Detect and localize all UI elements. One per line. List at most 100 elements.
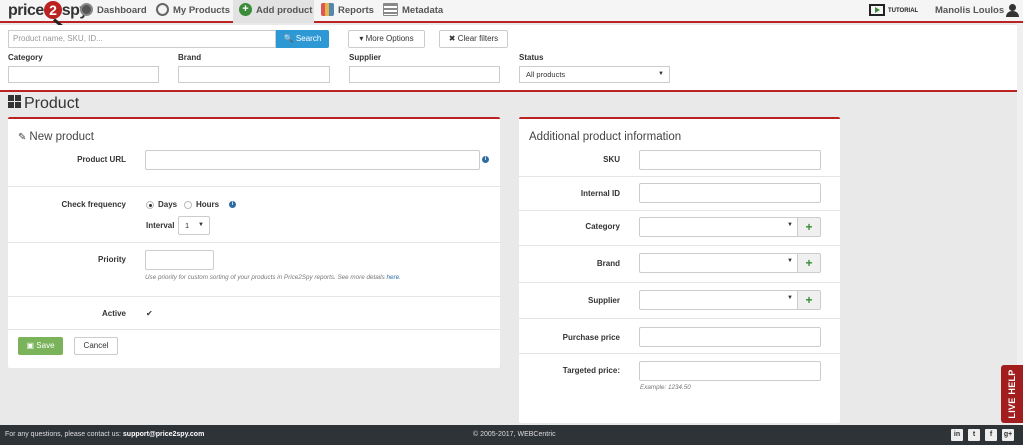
search-button[interactable]: 🔍 Search xyxy=(276,30,329,48)
tutorial-label: TUTORIAL xyxy=(888,8,919,14)
reports-icon xyxy=(321,2,334,16)
filter-bar: Product name, SKU, ID... 🔍 Search ▾ More… xyxy=(0,25,1023,92)
nav-dashboard-label: Dashboard xyxy=(97,5,147,16)
info-icon[interactable]: i xyxy=(482,156,489,163)
dashboard-icon xyxy=(80,2,93,16)
hours-label: Hours xyxy=(196,200,220,209)
priority-help-text: Use priority for custom sorting of your … xyxy=(145,274,401,281)
status-filter-value: All products xyxy=(526,70,566,79)
priority-input[interactable] xyxy=(145,250,214,270)
divider xyxy=(8,329,500,330)
divider xyxy=(8,296,500,297)
logo-text-mid: 2 xyxy=(43,1,62,19)
video-icon xyxy=(869,4,885,17)
divider xyxy=(519,245,840,246)
tutorial-button[interactable]: TUTORIAL xyxy=(869,4,918,18)
priority-help-link[interactable]: here xyxy=(386,274,399,281)
purchase-price-label: Purchase price xyxy=(562,333,620,342)
add-icon: + xyxy=(239,2,252,16)
linkedin-icon[interactable]: in xyxy=(951,429,963,441)
nav-add-product[interactable]: + Add product xyxy=(233,0,314,23)
divider xyxy=(519,282,840,283)
days-label: Days xyxy=(158,200,178,209)
active-checkbox[interactable]: ✔ xyxy=(146,309,153,318)
save-button[interactable]: ▣ Save xyxy=(18,337,63,355)
sku-input[interactable] xyxy=(639,150,821,170)
brand-filter-input[interactable] xyxy=(178,66,330,83)
days-radio[interactable] xyxy=(146,201,154,209)
facebook-icon[interactable]: f xyxy=(985,429,997,441)
supplier-label: Supplier xyxy=(587,296,620,305)
nav-metadata[interactable]: Metadata xyxy=(383,0,443,23)
divider xyxy=(519,318,840,319)
status-filter-select[interactable]: All products ▼ xyxy=(519,66,670,83)
metadata-icon xyxy=(383,2,398,16)
chevron-down-icon: ▼ xyxy=(198,222,204,228)
new-product-heading-text: New product xyxy=(29,131,94,143)
chevron-down-icon: ▼ xyxy=(787,258,793,264)
category-select[interactable]: ▼ xyxy=(639,217,798,237)
add-supplier-button[interactable]: + xyxy=(798,290,821,310)
divider xyxy=(8,242,500,243)
twitter-icon[interactable]: t xyxy=(968,429,980,441)
internal-id-input[interactable] xyxy=(639,183,821,203)
google-plus-icon[interactable]: g+ xyxy=(1002,429,1014,441)
active-label: Active xyxy=(101,309,126,318)
purchase-price-input[interactable] xyxy=(639,327,821,347)
info-icon[interactable]: i xyxy=(229,201,236,208)
user-menu[interactable]: Manolis Loulos xyxy=(935,0,1020,23)
divider xyxy=(519,353,840,354)
grid-icon xyxy=(8,95,21,109)
chevron-down-icon: ▼ xyxy=(658,71,664,77)
nav-reports[interactable]: Reports xyxy=(321,0,374,23)
logo[interactable]: price 2 spy xyxy=(8,1,88,21)
targeted-price-label: Targeted price: xyxy=(562,366,620,375)
user-icon xyxy=(1006,3,1020,17)
supplier-select[interactable]: ▼ xyxy=(639,290,798,310)
search-input[interactable]: Product name, SKU, ID... xyxy=(8,30,276,48)
priority-help-post: . xyxy=(399,274,401,281)
divider xyxy=(8,186,500,187)
category-label: Category xyxy=(585,222,620,231)
status-filter-label: Status xyxy=(519,53,544,62)
interval-value: 1 xyxy=(185,221,190,230)
interval-label: Interval xyxy=(146,221,175,230)
more-options-button[interactable]: ▾ More Options xyxy=(348,30,425,48)
pencil-icon: ✎ xyxy=(18,132,27,143)
priority-help-pre: Use priority for custom sorting of your … xyxy=(145,274,387,281)
nav-dashboard[interactable]: Dashboard xyxy=(80,0,147,23)
nav-my-products[interactable]: My Products xyxy=(156,0,230,23)
footer-contact: For any questions, please contact us: su… xyxy=(5,425,204,445)
targeted-price-input[interactable] xyxy=(639,361,821,381)
internal-id-label: Internal ID xyxy=(580,189,620,198)
brand-filter-label: Brand xyxy=(178,53,202,62)
check-frequency-label: Check frequency xyxy=(61,200,126,209)
add-brand-button[interactable]: + xyxy=(798,253,821,273)
supplier-filter-label: Supplier xyxy=(349,53,382,62)
live-help-button[interactable]: LIVE HELP xyxy=(1001,365,1023,423)
footer-copyright: © 2005-2017, WEBCentric xyxy=(473,431,556,438)
footer: For any questions, please contact us: su… xyxy=(0,425,1023,445)
category-filter-input[interactable] xyxy=(8,66,159,83)
nav-add-product-label: Add product xyxy=(256,5,313,16)
cancel-button[interactable]: Cancel xyxy=(74,337,118,355)
product-url-input[interactable] xyxy=(145,150,480,170)
brand-select[interactable]: ▼ xyxy=(639,253,798,273)
brand-label: Brand xyxy=(596,259,620,268)
nav-reports-label: Reports xyxy=(338,5,374,16)
chevron-down-icon: ▼ xyxy=(787,222,793,228)
top-navbar: price 2 spy Dashboard My Products + Add pro… xyxy=(0,0,1023,30)
targeted-price-example: Example: 1234.50 xyxy=(640,384,691,391)
interval-select[interactable]: 1 ▼ xyxy=(178,216,210,235)
user-name: Manolis Loulos xyxy=(935,5,1005,16)
hours-radio[interactable] xyxy=(184,201,192,209)
priority-label: Priority xyxy=(97,255,126,264)
add-category-button[interactable]: + xyxy=(798,217,821,237)
category-filter-label: Category xyxy=(8,53,43,62)
clear-filters-button[interactable]: ✖ Clear filters xyxy=(439,30,508,48)
page-title-text: Product xyxy=(24,95,80,112)
footer-contact-email[interactable]: support@price2spy.com xyxy=(123,431,204,438)
new-product-heading: ✎ New product xyxy=(18,131,94,143)
supplier-filter-input[interactable] xyxy=(349,66,500,83)
live-help-label: LIVE HELP xyxy=(1007,369,1017,419)
